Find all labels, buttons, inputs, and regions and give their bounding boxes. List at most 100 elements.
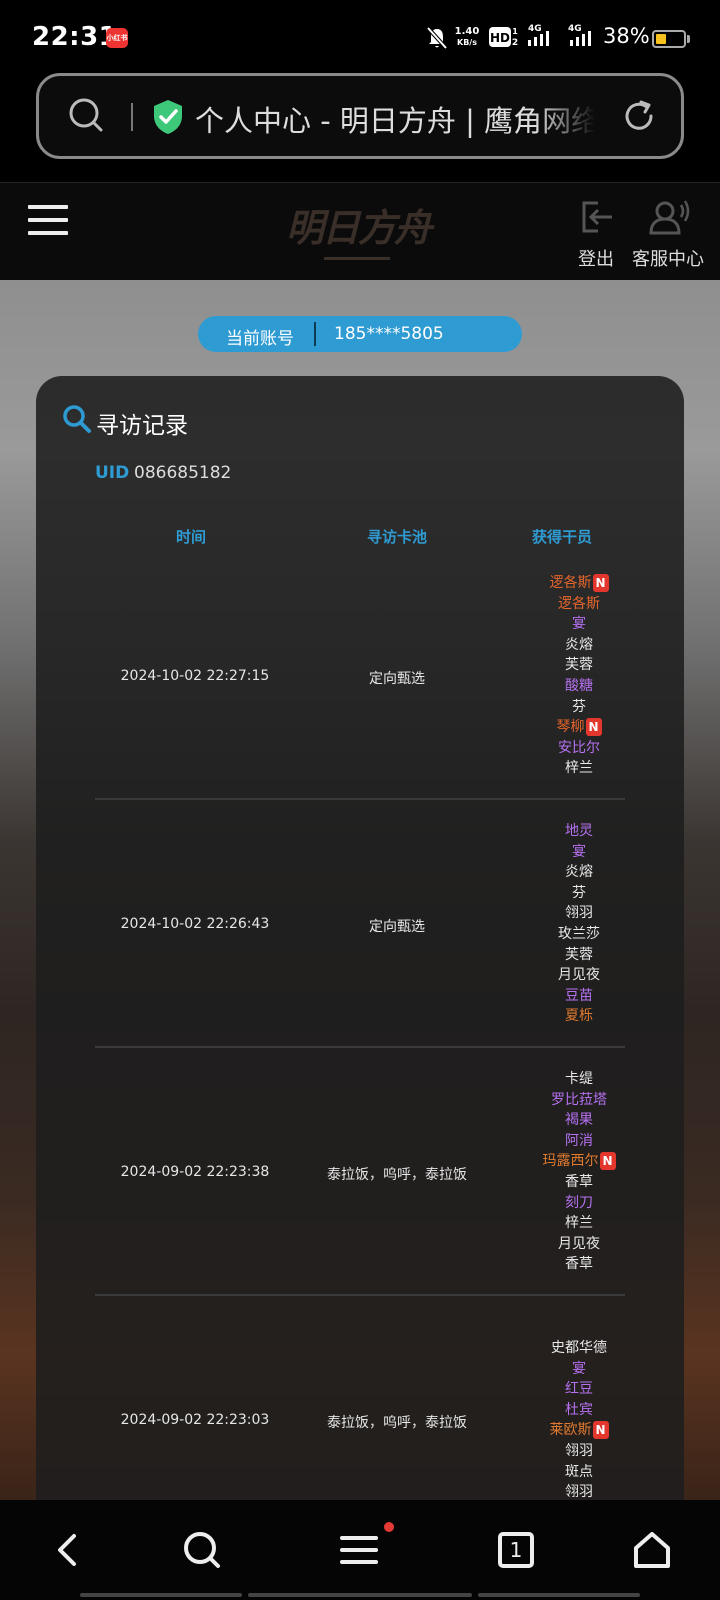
operator-entry: 逻各斯 N <box>513 573 645 594</box>
record-pool: 定向甄选 <box>369 671 425 687</box>
signal-type-label: 4G <box>568 24 582 34</box>
operator-name: 梓兰 <box>565 760 593 777</box>
operator-name: 刻刀 <box>565 1194 593 1211</box>
record-time: 2024-09-02 22:23:03 <box>120 1412 270 1428</box>
table-row: 2024-10-02 22:26:43 定向甄选 地灵宴炎熔芬翎羽 玫兰莎 芙蓉 月见夜豆… <box>95 800 625 1048</box>
operator-entry: 莱欧斯 N <box>513 1420 645 1441</box>
network-speed: 1.40 KB/s <box>452 26 482 48</box>
operator-entry: 斑点 <box>513 1462 645 1483</box>
new-badge: N <box>599 1152 616 1171</box>
operator-name: 宴 <box>572 1360 586 1377</box>
logo-text: 明日方舟 <box>285 205 432 250</box>
operator-entry: 芙蓉 <box>513 655 645 676</box>
column-header-operators: 获得干员 <box>531 528 592 546</box>
record-pool: 定向甄选 <box>369 919 425 935</box>
shield-check-icon[interactable] <box>151 98 185 136</box>
account-badge: 当前账号 185****5805 <box>198 316 522 352</box>
operator-entry: 月见夜 <box>513 965 645 986</box>
uid-label: UID <box>95 463 130 483</box>
column-header-pool: 寻访卡池 <box>366 528 427 546</box>
battery-icon <box>652 30 686 48</box>
operator-name: 豆苗 <box>565 987 593 1004</box>
operator-entry: 翎羽 <box>513 903 645 924</box>
battery-percent: 38% <box>603 24 650 48</box>
signal-type-label: 4G <box>528 24 542 34</box>
operator-name: 斑点 <box>565 1463 593 1480</box>
operator-entry: 夏栎 <box>513 1006 645 1027</box>
operator-name: 褐果 <box>565 1112 593 1129</box>
table-row: 2024-10-02 22:27:15 定向甄选 逻各斯 N 逻各斯宴炎熔 芙蓉 酸糖芬琴柳… <box>95 552 625 800</box>
gesture-bar-segment <box>80 1593 242 1597</box>
gesture-bar-segment <box>248 1593 472 1597</box>
operator-name: 炎熔 <box>565 864 593 881</box>
site-header: 明日方舟 登出 客服中心 <box>0 182 720 280</box>
page-title-url[interactable]: 个人中心 - 明日方舟 | 鹰角网络 <box>195 98 595 140</box>
operator-entry: 地灵 <box>513 821 645 842</box>
logout-icon <box>582 201 612 233</box>
operator-name: 地灵 <box>565 823 593 839</box>
operator-entry: 卡缇 <box>513 1069 645 1090</box>
operator-entry: 梓兰 <box>513 758 645 779</box>
operator-entry: 翎羽 <box>513 1441 645 1462</box>
operator-name: 玫兰莎 <box>558 925 600 942</box>
battery-level-fill <box>656 34 666 44</box>
operator-name: 翎羽 <box>565 1484 593 1501</box>
svg-text:2: 2 <box>512 38 518 48</box>
operator-name: 阿消 <box>565 1132 593 1149</box>
operator-entry: 红豆 <box>513 1379 645 1400</box>
operator-name: 卡缇 <box>565 1071 593 1087</box>
back-icon[interactable] <box>44 1526 92 1574</box>
operator-entry: 宴 <box>513 842 645 863</box>
record-time: 2024-09-02 22:23:38 <box>120 1164 270 1180</box>
account-value: 185****5805 <box>334 324 444 344</box>
operator-name: 夏栎 <box>565 1008 593 1025</box>
site-logo[interactable]: 明日方舟 <box>278 195 438 265</box>
network-speed-unit: KB/s <box>457 38 477 47</box>
logout-button[interactable]: 登出 <box>572 197 620 271</box>
search-icon[interactable] <box>178 1526 226 1574</box>
new-badge: N <box>592 1421 609 1440</box>
home-icon[interactable] <box>628 1526 676 1574</box>
operator-name: 安比尔 <box>558 739 600 756</box>
operator-name: 宴 <box>572 616 586 633</box>
menu-icon[interactable] <box>336 1526 384 1574</box>
operator-name: 逻各斯 <box>558 595 600 612</box>
menu-icon[interactable] <box>28 205 68 237</box>
operator-entry: 褐果 <box>513 1110 645 1131</box>
clock: 22:31 <box>32 22 118 52</box>
record-pool: 泰拉饭，呜呼，泰拉饭 <box>327 1167 467 1183</box>
operator-name: 芬 <box>572 884 586 901</box>
operator-name: 宴 <box>572 843 586 860</box>
tabs-icon[interactable]: 1 <box>492 1526 540 1574</box>
operator-entry: 芙蓉 <box>513 945 645 966</box>
operator-name: 香草 <box>565 1256 593 1273</box>
operator-name: 红豆 <box>565 1381 593 1398</box>
address-bar[interactable]: 个人中心 - 明日方舟 | 鹰角网络 <box>36 73 684 159</box>
operator-name: 莱欧斯 <box>549 1422 592 1439</box>
operator-name: 翎羽 <box>565 905 593 922</box>
operator-entry: 宴 <box>513 1359 645 1380</box>
operator-entry: 炎熔 <box>513 635 645 656</box>
record-pool: 泰拉饭，呜呼，泰拉饭 <box>327 1415 467 1431</box>
operator-entry: 香草 <box>513 1172 645 1193</box>
gesture-bar-segment <box>478 1593 640 1597</box>
operator-name: 香草 <box>565 1173 593 1190</box>
search-icon[interactable] <box>67 96 107 136</box>
reload-icon[interactable] <box>619 96 659 136</box>
support-button[interactable]: 客服中心 <box>630 197 706 271</box>
operator-entry: 炎熔 <box>513 862 645 883</box>
new-badge: N <box>585 718 602 737</box>
bell-off-icon <box>426 26 448 50</box>
operator-name: 酸糖 <box>565 677 593 694</box>
operator-name: 芙蓉 <box>565 657 593 674</box>
logout-label: 登出 <box>578 249 614 270</box>
operator-entry: 芬 <box>513 697 645 718</box>
status-bar: 22:31 小红书 1.40 KB/s HD 2 1 4G 4G 38% <box>0 0 720 72</box>
tab-count: 1 <box>509 1538 523 1562</box>
records-card: 寻访记录 UID 086685182 时间 寻访卡池 获得干员 2024-10-… <box>36 376 684 1556</box>
operator-entry: 杜宾 <box>513 1400 645 1421</box>
notification-dot <box>384 1522 394 1532</box>
svg-text:1: 1 <box>512 27 518 36</box>
operator-name: 芙蓉 <box>565 946 593 963</box>
account-label: 当前账号 <box>226 329 294 349</box>
